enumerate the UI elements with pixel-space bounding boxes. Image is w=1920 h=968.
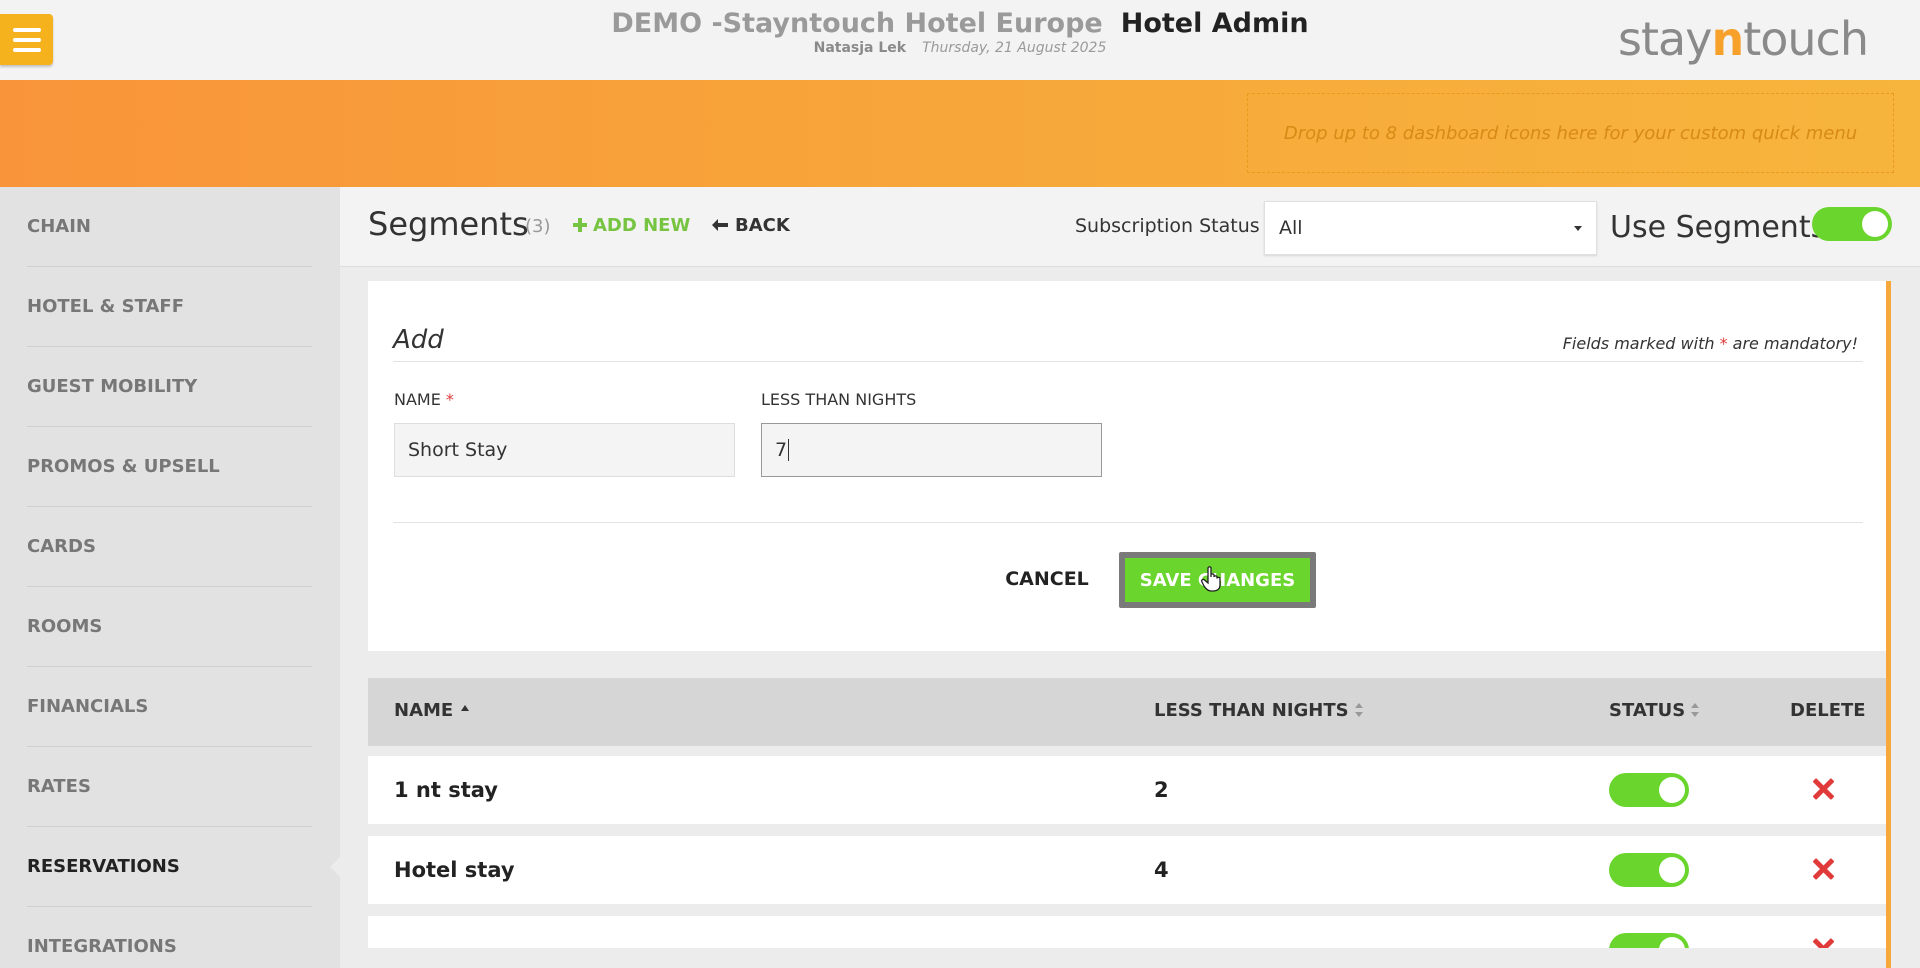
name-label: NAME * bbox=[394, 390, 454, 409]
status-toggle[interactable] bbox=[1609, 853, 1689, 887]
table-row-partial bbox=[368, 916, 1886, 948]
header-title: DEMO -Stayntouch Hotel Europe Hotel Admin bbox=[560, 8, 1360, 39]
add-segment-form: Add Fields marked with * are mandatory! … bbox=[368, 281, 1886, 651]
form-title: Add bbox=[393, 325, 444, 355]
sidebar-item-cards[interactable]: CARDS bbox=[27, 507, 312, 587]
text-cursor bbox=[788, 439, 790, 461]
back-button[interactable]: BACK bbox=[712, 215, 790, 236]
subscription-status-select[interactable]: All bbox=[1264, 201, 1597, 255]
column-header-less-than-nights[interactable]: LESS THAN NIGHTS bbox=[1154, 700, 1363, 721]
table-row: Hotel stay 4 bbox=[368, 836, 1886, 904]
sidebar-item-integrations[interactable]: INTEGRATIONS bbox=[27, 907, 312, 968]
name-input[interactable]: Short Stay bbox=[394, 423, 735, 477]
hotel-name: DEMO -Stayntouch Hotel Europe bbox=[611, 8, 1103, 39]
business-date: Thursday, 21 August 2025 bbox=[922, 40, 1107, 56]
sidebar-item-rooms[interactable]: ROOMS bbox=[27, 587, 312, 667]
less-than-nights-input[interactable]: 7 bbox=[761, 423, 1102, 477]
table-row: 1 nt stay 2 bbox=[368, 756, 1886, 824]
form-divider-bottom bbox=[393, 522, 1863, 523]
add-new-button[interactable]: ADD NEW bbox=[573, 215, 690, 236]
sidebar-item-hotel-staff[interactable]: HOTEL & STAFF bbox=[27, 267, 312, 347]
header-center: DEMO -Stayntouch Hotel Europe Hotel Admin… bbox=[560, 8, 1360, 56]
use-segments-label: Use Segments bbox=[1610, 210, 1827, 245]
sort-icon bbox=[1691, 703, 1700, 717]
segment-name: Hotel stay bbox=[394, 858, 515, 882]
column-header-delete: DELETE bbox=[1790, 700, 1866, 721]
menu-icon bbox=[12, 27, 41, 32]
sidebar-item-guest-mobility[interactable]: GUEST MOBILITY bbox=[27, 347, 312, 427]
delete-icon[interactable] bbox=[1810, 856, 1836, 882]
column-header-status[interactable]: STATUS bbox=[1609, 700, 1700, 721]
sidebar-item-financials[interactable]: FINANCIALS bbox=[27, 667, 312, 747]
sidebar-item-rates[interactable]: RATES bbox=[27, 747, 312, 827]
less-than-nights-label: LESS THAN NIGHTS bbox=[761, 390, 917, 409]
segment-nights: 2 bbox=[1154, 778, 1169, 802]
form-divider bbox=[393, 361, 1863, 362]
dashboard-banner: Drop up to 8 dashboard icons here for yo… bbox=[0, 80, 1920, 187]
segment-nights: 4 bbox=[1154, 858, 1169, 882]
segment-name: 1 nt stay bbox=[394, 778, 498, 802]
admin-label: Hotel Admin bbox=[1120, 8, 1309, 39]
table-header: NAME LESS THAN NIGHTS STATUS DELETE bbox=[368, 678, 1886, 746]
segment-count: (3) bbox=[525, 216, 551, 237]
main-content: Segments (3) ADD NEW BACK Subscription S… bbox=[340, 187, 1920, 968]
stayntouch-logo: stayntouch bbox=[1618, 12, 1869, 66]
hamburger-menu-button[interactable] bbox=[0, 14, 53, 65]
column-header-name[interactable]: NAME bbox=[394, 700, 470, 721]
sidebar: CHAIN HOTEL & STAFF GUEST MOBILITY PROMO… bbox=[0, 187, 341, 968]
arrow-left-icon bbox=[712, 219, 728, 231]
hand-pointer-icon bbox=[1201, 566, 1221, 592]
delete-icon[interactable] bbox=[1810, 776, 1836, 802]
mandatory-note: Fields marked with * are mandatory! bbox=[1562, 334, 1858, 353]
cancel-button[interactable]: CANCEL bbox=[988, 557, 1106, 601]
status-toggle[interactable] bbox=[1609, 773, 1689, 807]
delete-icon[interactable] bbox=[1810, 936, 1836, 948]
caret-down-icon bbox=[1574, 225, 1582, 231]
sidebar-item-reservations[interactable]: RESERVATIONS bbox=[27, 827, 312, 907]
segments-toolbar: Segments (3) ADD NEW BACK Subscription S… bbox=[340, 187, 1920, 267]
sort-ascending-icon bbox=[461, 705, 470, 711]
sidebar-item-chain[interactable]: CHAIN bbox=[27, 187, 312, 267]
header-subline: Natasja Lek Thursday, 21 August 2025 bbox=[560, 40, 1360, 56]
scrollbar[interactable] bbox=[1886, 281, 1891, 968]
page-title: Segments bbox=[368, 205, 529, 243]
use-segments-toggle[interactable] bbox=[1812, 207, 1892, 241]
status-toggle[interactable] bbox=[1609, 933, 1689, 948]
user-name: Natasja Lek bbox=[813, 40, 907, 56]
subscription-status-label: Subscription Status bbox=[1075, 215, 1260, 237]
quick-menu-dropzone[interactable]: Drop up to 8 dashboard icons here for yo… bbox=[1247, 93, 1894, 173]
sort-icon bbox=[1354, 703, 1363, 717]
plus-icon bbox=[573, 218, 587, 232]
top-header: DEMO -Stayntouch Hotel Europe Hotel Admin… bbox=[0, 0, 1920, 80]
sidebar-item-promos-upsell[interactable]: PROMOS & UPSELL bbox=[27, 427, 312, 507]
